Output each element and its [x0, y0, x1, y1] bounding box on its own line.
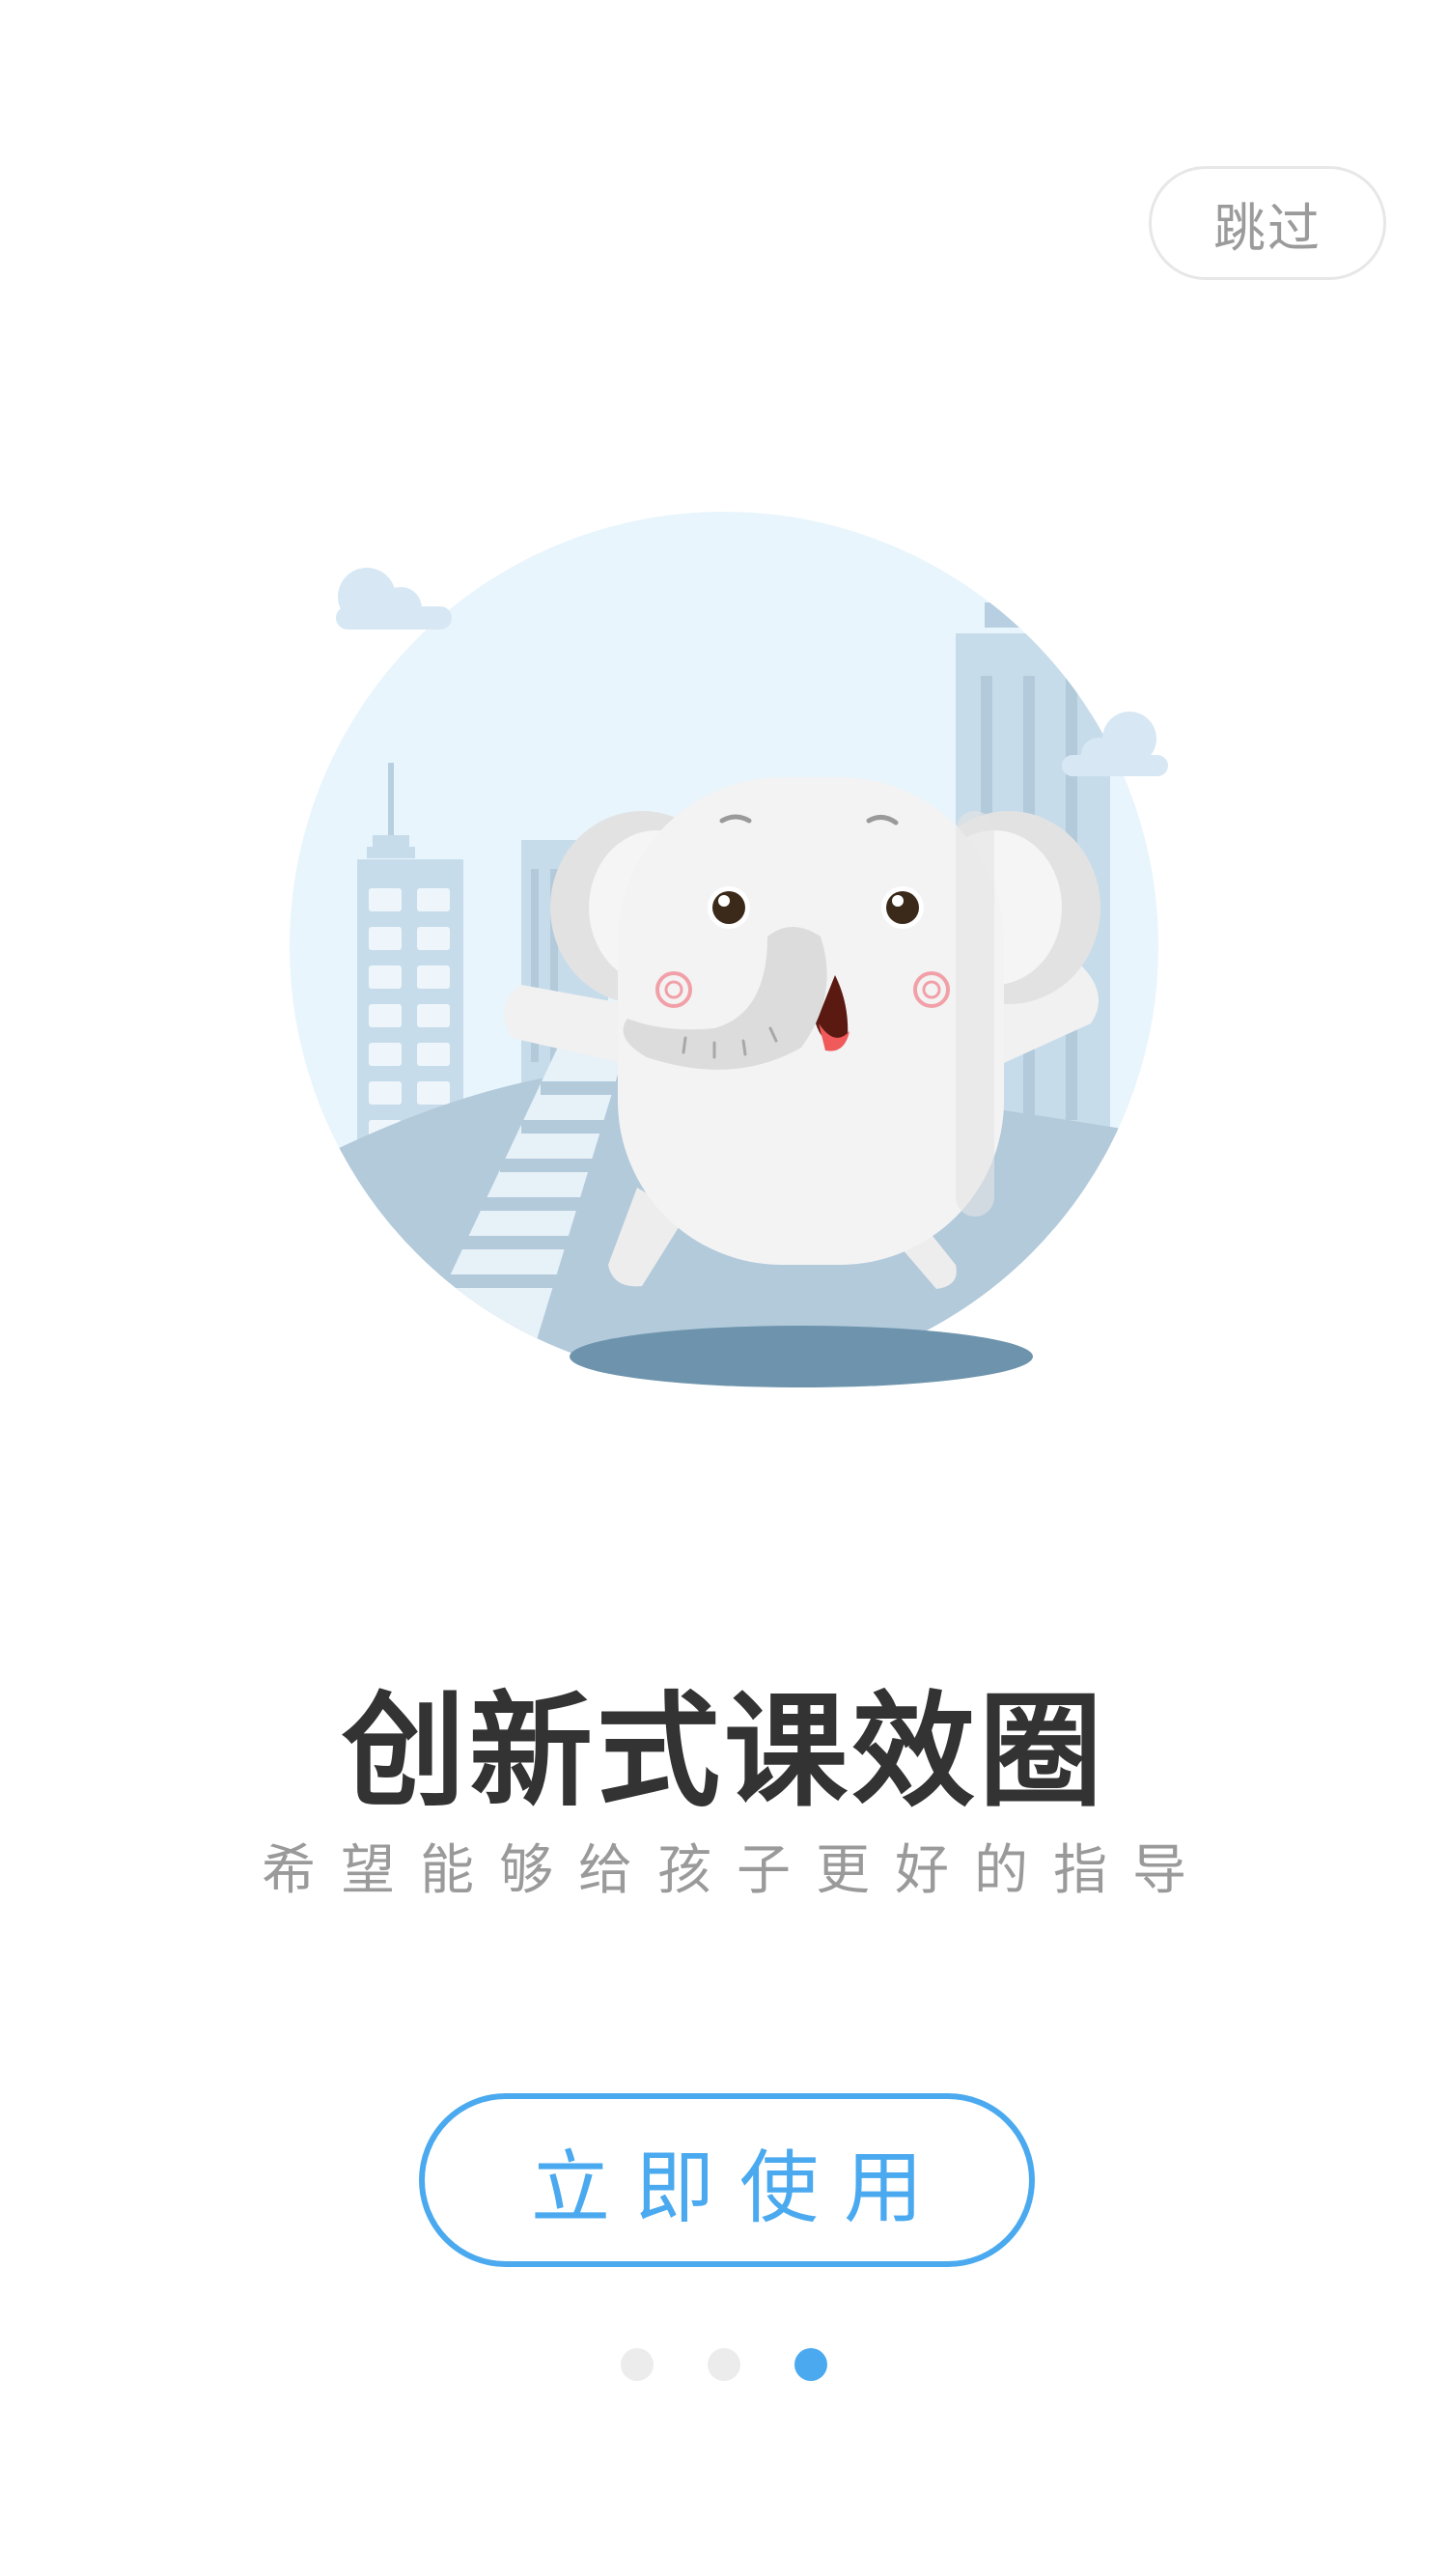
- skip-button[interactable]: 跳过: [1149, 166, 1386, 280]
- pagination-dot[interactable]: [621, 2348, 654, 2381]
- pagination-dot-active[interactable]: [794, 2348, 827, 2381]
- page-title: 创新式课效圈: [341, 1680, 1106, 1824]
- elephant-illustration: [280, 502, 1187, 1390]
- cloud-left: [336, 568, 452, 630]
- start-button[interactable]: 立即使用: [419, 2093, 1035, 2267]
- pagination-dot[interactable]: [708, 2348, 740, 2381]
- pagination-dots: [0, 2348, 1448, 2381]
- page-subtitle: 希望能够给孩子更好的指导: [262, 1839, 1211, 1902]
- ground-shadow: [570, 1326, 1033, 1387]
